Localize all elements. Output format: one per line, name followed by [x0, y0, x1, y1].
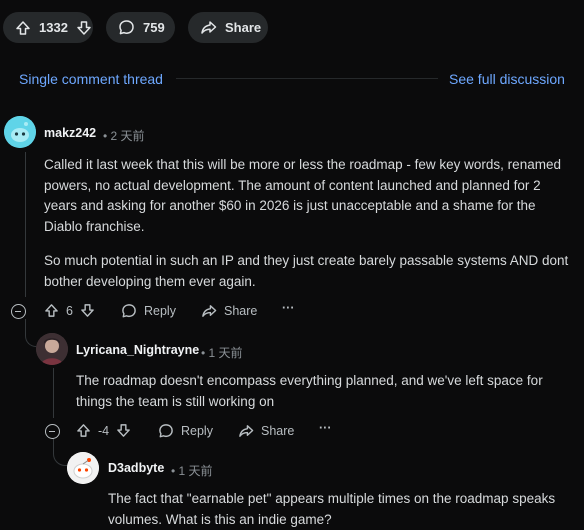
vote-controls: -4 [76, 423, 131, 438]
reply-button[interactable]: Reply [121, 303, 176, 319]
collapse-thread-button[interactable] [45, 424, 60, 439]
user-avatar-icon [36, 333, 68, 365]
nav-divider [176, 78, 438, 79]
upvote-icon[interactable] [76, 423, 91, 438]
comment-paragraph: Called it last week that this will be mo… [44, 157, 561, 234]
comments-button[interactable]: 759 [106, 12, 175, 43]
upvote-icon[interactable] [44, 303, 59, 318]
downvote-icon[interactable] [76, 20, 92, 36]
more-options-button[interactable]: ··· [282, 301, 295, 315]
comment-icon [159, 424, 173, 438]
comment-icon [122, 304, 136, 318]
upvote-icon[interactable] [15, 20, 31, 36]
avatar[interactable] [67, 452, 99, 484]
share-icon [239, 425, 254, 437]
upvote-pill: 1332 [3, 12, 93, 43]
thread-line-2 [53, 368, 54, 418]
downvote-icon[interactable] [80, 303, 95, 318]
thread-elbow-2 [53, 438, 67, 466]
comment-author[interactable]: makz242 [44, 126, 96, 140]
comment-paragraph: So much potential in such an IP and they… [44, 253, 569, 289]
see-full-discussion-link[interactable]: See full discussion [449, 71, 565, 87]
more-icon: ··· [319, 421, 332, 435]
reply-button[interactable]: Reply [158, 423, 213, 439]
vote-score: -4 [98, 423, 110, 438]
comment-time: • 1 天前 [201, 346, 243, 360]
more-options-button[interactable]: ··· [319, 421, 332, 435]
share-label: Share [224, 304, 258, 318]
snoo-avatar-icon [67, 452, 99, 484]
reply-label: Reply [181, 424, 213, 438]
share-button[interactable]: Share [238, 423, 294, 439]
avatar[interactable] [36, 333, 68, 365]
comment-time: • 2 天前 [103, 129, 145, 143]
share-icon [200, 19, 217, 36]
comment-paragraph: The roadmap doesn't encompass everything… [76, 373, 543, 409]
comment-paragraph: The fact that "earnable pet" appears mul… [108, 491, 556, 527]
share-button[interactable]: Share [188, 12, 268, 43]
vote-score: 6 [66, 303, 73, 318]
share-icon [202, 305, 217, 317]
comment-count: 759 [143, 20, 165, 35]
downvote-icon[interactable] [116, 423, 131, 438]
share-button[interactable]: Share [201, 303, 257, 319]
upvote-count: 1332 [39, 20, 68, 35]
snoo-avatar-icon [4, 116, 36, 148]
comment-author[interactable]: D3adbyte [108, 461, 164, 475]
comment-time: • 1 天前 [171, 464, 213, 478]
reply-label: Reply [144, 304, 176, 318]
comment-icon [118, 19, 135, 36]
thread-elbow-1 [25, 319, 36, 347]
thread-line-1 [25, 152, 26, 297]
vote-controls: 6 [44, 303, 95, 318]
avatar[interactable] [4, 116, 36, 148]
collapse-thread-button[interactable] [11, 304, 26, 319]
single-comment-thread-link[interactable]: Single comment thread [19, 71, 163, 87]
share-label: Share [261, 424, 295, 438]
share-label: Share [225, 20, 262, 35]
more-icon: ··· [282, 301, 295, 315]
comment-author[interactable]: Lyricana_Nightrayne [76, 343, 199, 357]
